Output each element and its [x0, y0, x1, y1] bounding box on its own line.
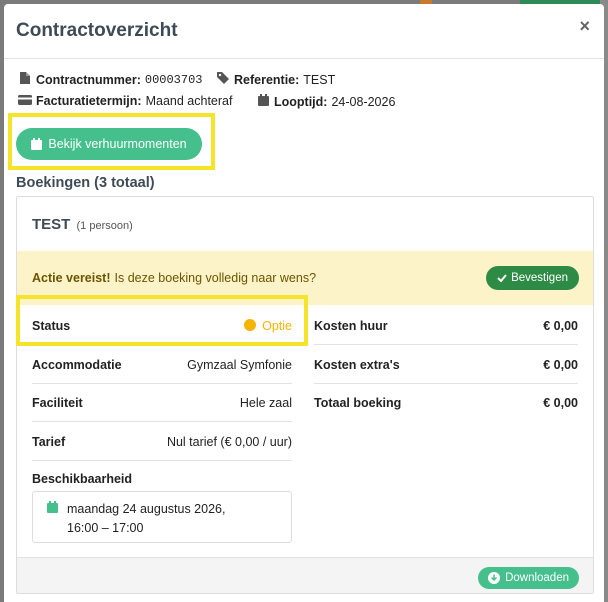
calendar-icon [256, 94, 270, 109]
billing-term-label: Facturatietermijn: [36, 94, 142, 108]
download-label: Downloaden [505, 572, 569, 584]
detail-label: Faciliteit [32, 395, 83, 410]
detail-row-rate: Tarief Nul tarief (€ 0,00 / uur) [32, 423, 292, 461]
availability-label: Beschikbaarheid [32, 472, 133, 486]
view-rental-moments-label: Bekijk verhuurmomenten [48, 137, 187, 151]
billing-term: Facturatietermijn: Maand achteraf [18, 94, 232, 108]
detail-value: Nul tarief (€ 0,00 / uur) [166, 434, 292, 449]
booking-title: TEST [32, 216, 71, 233]
duration-label: Looptijd: [274, 94, 328, 109]
reference-label: Referentie: [234, 72, 300, 87]
booking-name: TEST (1 persoon) [32, 216, 133, 233]
calendar-icon [31, 138, 43, 150]
divider [4, 58, 604, 59]
contract-number: Contractnummer: 00003703 [18, 72, 202, 87]
cost-row-rent: Kosten huur € 0,00 [314, 307, 578, 345]
availability-date: maandag 24 augustus 2026, [67, 502, 226, 516]
cost-value: € 0,00 [543, 357, 578, 372]
reference-value: TEST [303, 72, 336, 87]
availability-time: 16:00 – 17:00 [67, 521, 144, 535]
modal-title: Contractoverzicht [16, 20, 178, 41]
availability-box: maandag 24 augustus 2026, 16:00 – 17:00 [32, 491, 292, 543]
bookings-title: Boekingen (3 totaal) [16, 175, 155, 191]
cost-label: Kosten huur [314, 318, 388, 333]
credit-card-icon [18, 94, 32, 108]
tag-icon [216, 72, 230, 87]
alert-text: Is deze boeking volledig naar wens? [114, 271, 317, 285]
detail-label: Accommodatie [32, 357, 122, 372]
cost-value: € 0,00 [543, 396, 578, 410]
contract-number-label: Contractnummer: [36, 72, 141, 87]
download-icon [488, 572, 501, 584]
cost-row-total: Totaal boeking € 0,00 [314, 384, 578, 422]
file-icon [18, 72, 32, 87]
contract-number-value: 00003703 [144, 72, 203, 87]
detail-row-facility: Faciliteit Hele zaal [32, 384, 292, 422]
booking-persons: (1 persoon) [76, 220, 133, 232]
billing-term-value: Maand achteraf [145, 94, 233, 108]
card-footer: Downloaden [17, 557, 593, 593]
reference: Referentie: TEST [216, 72, 335, 87]
calendar-icon [47, 501, 58, 516]
cost-row-extras: Kosten extra's € 0,00 [314, 346, 578, 384]
booking-card: TEST (1 persoon) Actie vereist! Is deze … [16, 196, 594, 594]
close-icon[interactable]: × [579, 16, 590, 37]
alert-bold: Actie vereist! [32, 271, 111, 285]
detail-row-accommodation: Accommodatie Gymzaal Symfonie [32, 346, 292, 384]
view-rental-moments-button[interactable]: Bekijk verhuurmomenten [16, 128, 202, 160]
duration: Looptijd: 24-08-2026 [256, 94, 395, 109]
highlight-box [16, 295, 308, 346]
cost-value: € 0,00 [543, 318, 578, 333]
confirm-label: Bevestigen [511, 272, 568, 284]
duration-value: 24-08-2026 [331, 94, 396, 109]
detail-value: Gymzaal Symfonie [187, 357, 292, 372]
cost-label: Totaal boeking [314, 396, 402, 410]
detail-label: Tarief [32, 434, 66, 449]
cost-label: Kosten extra's [314, 357, 400, 372]
contract-overview-modal: Contractoverzicht × Contractnummer: 0000… [4, 4, 604, 602]
download-button[interactable]: Downloaden [478, 567, 579, 589]
confirm-button[interactable]: Bevestigen [486, 266, 579, 290]
detail-value: Hele zaal [239, 395, 292, 410]
check-icon [497, 274, 507, 282]
